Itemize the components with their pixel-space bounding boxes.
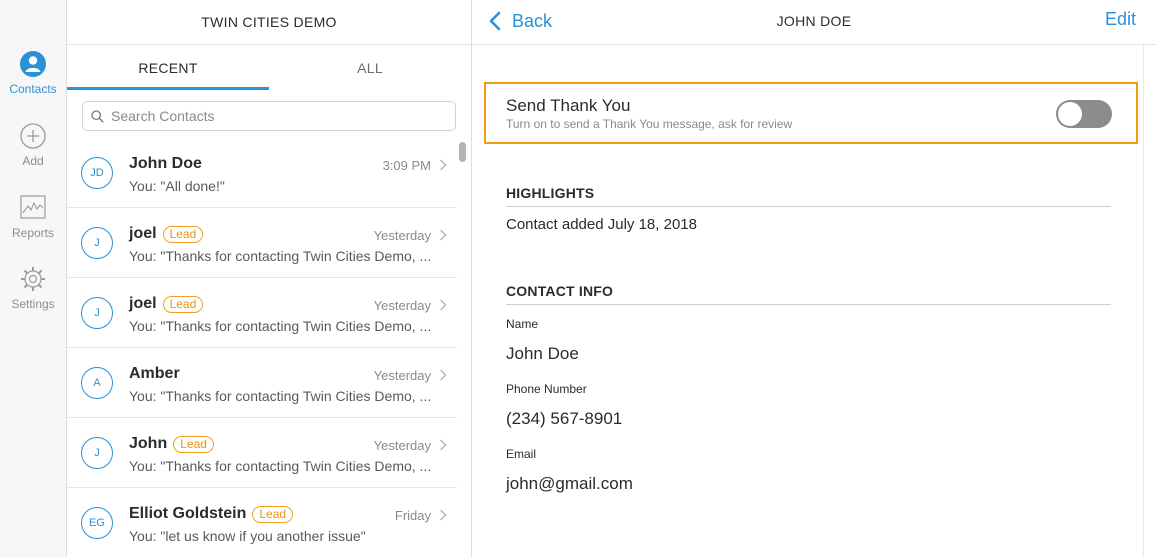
lead-badge: Lead: [173, 435, 214, 453]
nav-item-settings[interactable]: Settings: [0, 265, 66, 329]
nav-label-reports: Reports: [11, 226, 55, 240]
contact-last-message: You: "All done!": [129, 178, 225, 194]
left-nav: Contacts Add Reports Settings: [0, 0, 67, 557]
app-window: Contacts Add Reports Settings TWIN CITIE…: [0, 0, 1156, 557]
nav-item-add[interactable]: Add: [0, 122, 66, 186]
search-icon: [91, 110, 104, 123]
add-icon: [20, 123, 46, 149]
send-thank-you-title: Send Thank You: [506, 96, 631, 115]
settings-icon: [21, 267, 45, 291]
chevron-right-icon: [440, 439, 447, 451]
highlights-heading: HIGHLIGHTS: [506, 185, 1111, 207]
avatar: JD: [81, 157, 113, 189]
chevron-right-icon: [440, 509, 447, 521]
contact-name-text: Amber: [129, 365, 180, 382]
contact-last-message: You: "Thanks for contacting Twin Cities …: [129, 458, 432, 474]
send-thank-you-setting: Send Thank You Turn on to send a Thank Y…: [484, 82, 1138, 144]
contact-time: Friday: [394, 508, 431, 523]
send-thank-you-toggle[interactable]: [1056, 100, 1112, 128]
contact-name-text: John Doe: [129, 155, 202, 172]
list-header-title: TWIN CITIES DEMO: [67, 0, 471, 45]
contact-time: Yesterday: [373, 228, 431, 243]
phone-value[interactable]: (234) 567-8901: [506, 409, 622, 429]
contact-time: Yesterday: [373, 368, 431, 383]
contact-row-elliot-goldstein[interactable]: EG Elliot Goldstein Lead Friday You: "let…: [67, 488, 457, 557]
avatar: EG: [81, 507, 113, 539]
contact-name: Elliot Goldstein Lead: [129, 505, 294, 523]
contact-name: John Lead: [129, 435, 214, 453]
contact-name: John Doe: [129, 155, 202, 173]
contact-list: JD John Doe 3:09 PM You: "All done!" J j…: [67, 138, 457, 557]
search-container: [67, 90, 471, 145]
contact-last-message: You: "Thanks for contacting Twin Cities …: [129, 318, 432, 334]
contact-detail-panel: Back JOHN DOE Edit Send Thank You Turn o…: [472, 0, 1156, 557]
list-scrollbar[interactable]: [459, 142, 466, 162]
email-label: Email: [506, 447, 537, 461]
lead-badge: Lead: [162, 295, 204, 313]
contact-name-text: joel: [129, 295, 157, 312]
contact-time: Yesterday: [373, 438, 431, 453]
search-box: [82, 101, 456, 131]
avatar: J: [81, 297, 113, 329]
lead-badge: Lead: [252, 505, 294, 523]
email-value[interactable]: john@gmail.com: [506, 474, 633, 494]
nav-label-settings: Settings: [11, 297, 55, 311]
contact-row-john[interactable]: J John Lead Yesterday You: "Thanks for co…: [67, 418, 457, 488]
edit-button[interactable]: Edit: [1105, 9, 1136, 30]
contact-name-text: joel: [129, 225, 157, 242]
avatar: J: [81, 437, 113, 469]
contacts-list-panel: TWIN CITIES DEMO RECENT ALL JD John Doe …: [67, 0, 472, 557]
contact-info-heading: CONTACT INFO: [506, 283, 1111, 305]
contact-last-message: You: "Thanks for contacting Twin Cities …: [129, 388, 432, 404]
nav-item-reports[interactable]: Reports: [0, 194, 66, 258]
active-tab-indicator: [67, 87, 269, 90]
detail-divider: [1143, 45, 1144, 557]
contact-name: Amber: [129, 365, 180, 383]
contacts-tabs: RECENT ALL: [67, 45, 471, 90]
contacts-icon: [20, 51, 46, 77]
chevron-right-icon: [440, 369, 447, 381]
contact-name-text: Elliot Goldstein: [129, 505, 247, 522]
reports-icon: [20, 195, 46, 219]
contact-time: 3:09 PM: [382, 158, 431, 173]
contact-row-amber[interactable]: A Amber Yesterday You: "Thanks for conta…: [67, 348, 457, 418]
detail-title: JOHN DOE: [776, 13, 852, 29]
nav-label-add: Add: [22, 154, 44, 168]
avatar: A: [81, 367, 113, 399]
toggle-knob: [1058, 102, 1082, 126]
contact-added-text: Contact added July 18, 2018: [506, 216, 697, 233]
contact-row-joel-2[interactable]: J joel Lead Yesterday You: "Thanks for co…: [67, 278, 457, 348]
contact-name: joel Lead: [129, 225, 204, 243]
phone-label: Phone Number: [506, 382, 587, 396]
contact-row-john-doe[interactable]: JD John Doe 3:09 PM You: "All done!": [67, 138, 457, 208]
contact-last-message: You: "let us know if you another issue": [129, 528, 366, 544]
nav-item-contacts[interactable]: Contacts: [0, 50, 66, 114]
search-input[interactable]: [111, 102, 441, 130]
contact-last-message: You: "Thanks for contacting Twin Cities …: [129, 248, 432, 264]
chevron-right-icon: [440, 229, 447, 241]
contact-name: joel Lead: [129, 295, 204, 313]
contact-row-joel[interactable]: J joel Lead Yesterday You: "Thanks for co…: [67, 208, 457, 278]
tab-recent[interactable]: RECENT: [67, 45, 269, 90]
contact-time: Yesterday: [373, 298, 431, 313]
chevron-right-icon: [440, 299, 447, 311]
tab-all[interactable]: ALL: [269, 45, 471, 90]
lead-badge: Lead: [162, 225, 204, 243]
send-thank-you-subtitle: Turn on to send a Thank You message, ask…: [506, 117, 793, 131]
name-label: Name: [506, 317, 539, 331]
contact-name-text: John: [129, 435, 168, 452]
name-value: John Doe: [506, 344, 579, 363]
nav-label-contacts: Contacts: [9, 82, 57, 96]
detail-header: Back JOHN DOE Edit: [472, 0, 1156, 45]
chevron-right-icon: [440, 159, 447, 171]
avatar: J: [81, 227, 113, 259]
